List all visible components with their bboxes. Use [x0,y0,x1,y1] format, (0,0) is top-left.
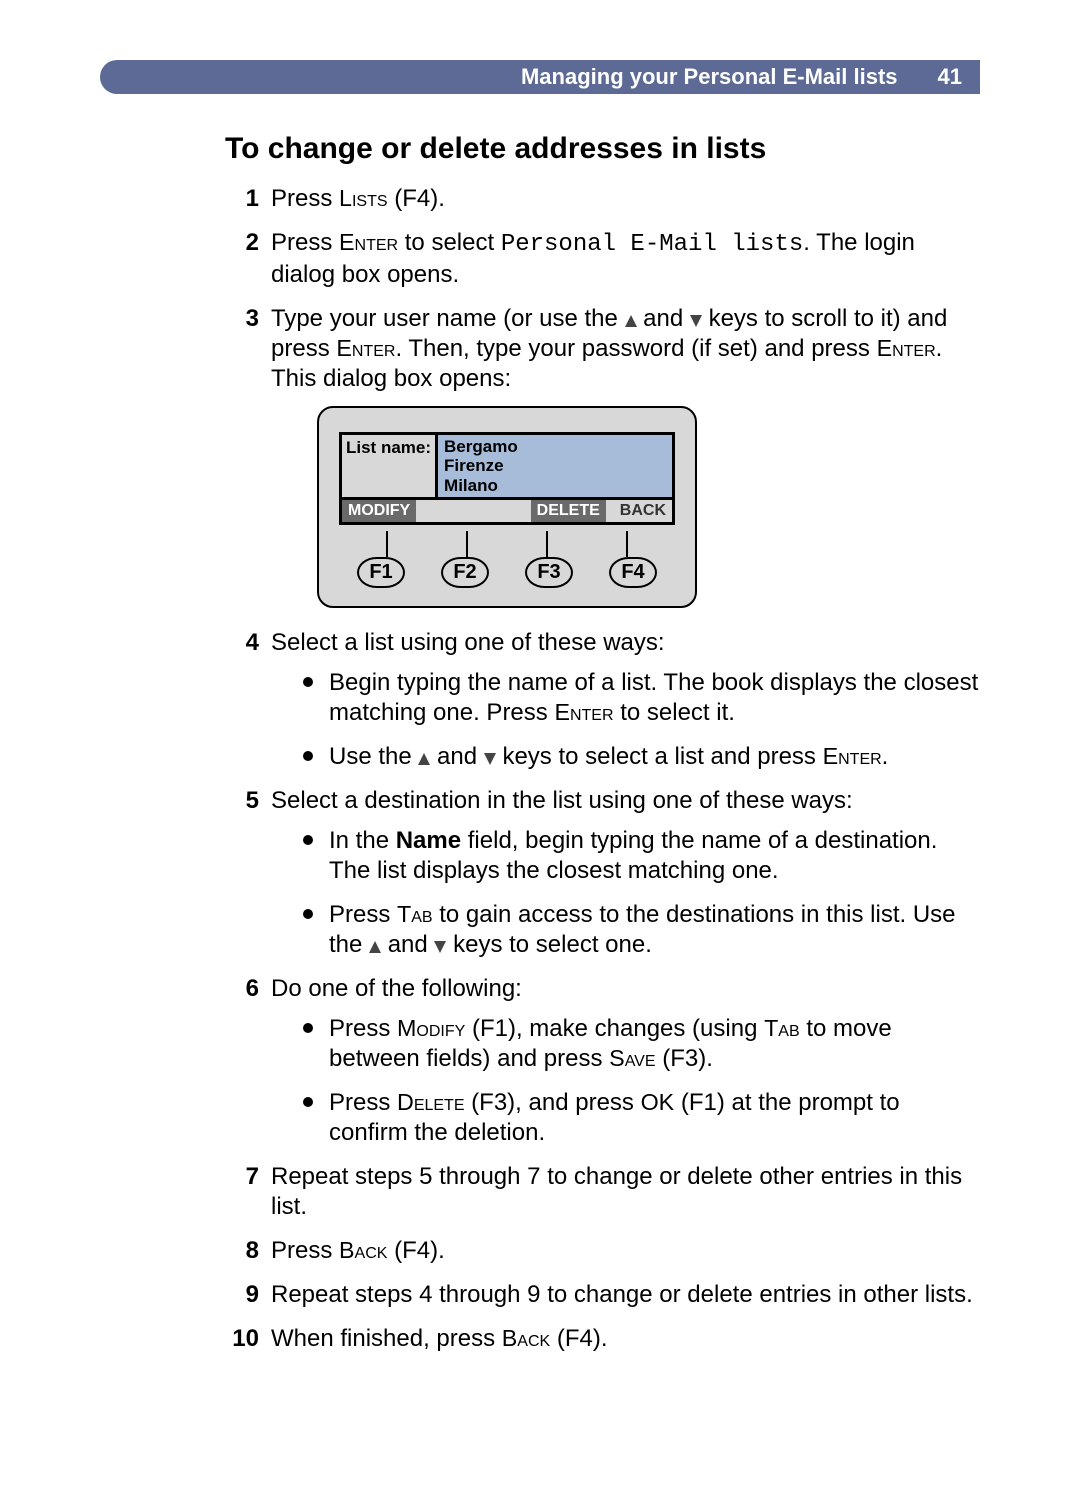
header-title: Managing your Personal E-Mail lists [521,63,898,91]
page-header: Managing your Personal E-Mail lists 41 [100,60,980,94]
step-5-bullets: In the Name field, begin typing the name… [271,826,980,960]
step-4-bullets: Begin typing the name of a list. The boo… [271,668,980,772]
key-tab: Tab [397,901,433,927]
dialog-screen: List name: Bergamo Firenze Milano MODIFY [339,432,675,526]
bullet: Press Tab to gain access to the destinat… [303,900,980,960]
list-item: Firenze [444,456,666,476]
key-enter: Enter [877,335,936,361]
step-8: Press Back (F4). [225,1236,980,1266]
key-enter: Enter [823,743,882,769]
f1-key: F1 [357,557,404,588]
section-title: To change or delete addresses in lists [225,130,980,168]
key-modify: Modify [397,1015,465,1041]
bullet: Press Modify (F1), make changes (using T… [303,1014,980,1074]
name-field-label: Name [396,827,461,854]
down-arrow-icon [434,941,446,953]
step-6: Do one of the following: Press Modify (F… [225,974,980,1148]
mono-personal: Personal E-Mail lists [501,231,803,258]
key-ok: OK [641,1089,675,1115]
steps-list: Press Lists (F4). Press Enter to select … [225,184,980,1355]
f4-key: F4 [609,557,656,588]
softkey-row: MODIFY DELETE BACK [342,500,672,522]
key-back: Back [502,1325,550,1351]
f2-key: F2 [441,557,488,588]
step-5: Select a destination in the list using o… [225,786,980,960]
f3-key: F3 [525,557,572,588]
up-arrow-icon [625,315,637,327]
bullet: Press Delete (F3), and press OK (F1) at … [303,1088,980,1148]
step-3: Type your user name (or use the and keys… [225,304,980,609]
key-tab: Tab [764,1015,800,1041]
softkey-modify: MODIFY [342,500,416,522]
key-save: Save [609,1045,655,1071]
bullet: Use the and keys to select a list and pr… [303,742,980,772]
up-arrow-icon [418,753,430,765]
key-back: Back [339,1237,387,1263]
down-arrow-icon [484,753,496,765]
step-9: Repeat steps 4 through 9 to change or de… [225,1280,980,1310]
key-enter: Enter [339,229,398,255]
bullet: In the Name field, begin typing the name… [303,826,980,886]
step-4: Select a list using one of these ways: B… [225,628,980,772]
key-delete: Delete [397,1089,465,1115]
step-7: Repeat steps 5 through 7 to change or de… [225,1162,980,1222]
step-6-bullets: Press Modify (F1), make changes (using T… [271,1014,980,1148]
step-2: Press Enter to select Personal E-Mail li… [225,228,980,290]
dialog-illustration: List name: Bergamo Firenze Milano MODIFY [317,406,697,609]
step-1: Press Lists (F4). [225,184,980,214]
content: To change or delete addresses in lists P… [100,130,980,1354]
bullet: Begin typing the name of a list. The boo… [303,668,980,728]
list-item: Bergamo [444,437,666,457]
softkey-back: BACK [614,500,672,522]
page-number: 41 [938,63,962,91]
list-items: Bergamo Firenze Milano [438,435,672,498]
list-name-label: List name: [342,435,438,498]
up-arrow-icon [369,941,381,953]
connector-lines [347,531,667,557]
list-item: Milano [444,476,666,496]
down-arrow-icon [690,315,702,327]
key-enter: Enter [554,699,613,725]
key-lists: Lists [339,185,388,211]
f-key-row: F1 F2 F3 F4 [339,557,675,588]
softkey-delete: DELETE [531,500,606,522]
key-enter: Enter [336,335,395,361]
page: Managing your Personal E-Mail lists 41 T… [0,0,1080,1495]
step-10: When finished, press Back (F4). [225,1324,980,1354]
dialog-top: List name: Bergamo Firenze Milano [342,435,672,501]
